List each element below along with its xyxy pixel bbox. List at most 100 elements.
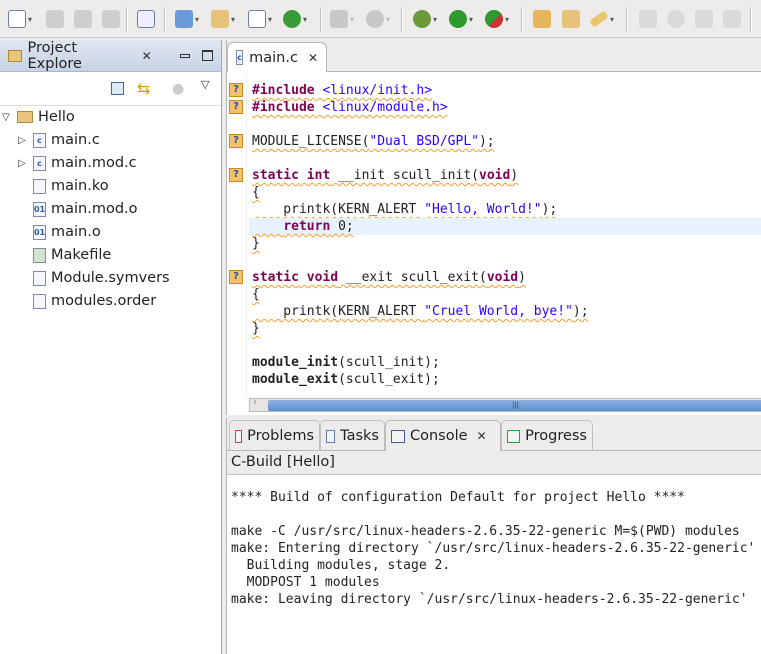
tab-label: Console [410, 428, 468, 444]
tree-item[interactable]: Makefile [18, 244, 111, 266]
open-element-button[interactable] [562, 9, 580, 29]
mark-occurrences-button[interactable] [639, 9, 657, 29]
code-token: (scull_init); [338, 355, 440, 370]
toggle-button[interactable] [667, 9, 685, 29]
tab-label: main.c [249, 49, 298, 66]
string-literal: <linux/init.h> [322, 83, 433, 98]
keyword: #include [252, 83, 315, 98]
run-icon [449, 10, 467, 28]
tab-label: Project Explore [27, 39, 82, 72]
code-token: MODULE_LICENSE( [252, 134, 370, 149]
warning-marker-icon[interactable]: ? [229, 168, 243, 182]
tree-item[interactable]: 01 main.o [18, 221, 101, 243]
save-all-button[interactable] [74, 9, 92, 29]
tree-item[interactable]: modules.order [18, 290, 156, 312]
maximize-button[interactable] [202, 50, 213, 61]
tree-item[interactable]: ▷ c main.mod.c [18, 152, 137, 174]
build-button[interactable]: ▾ [330, 9, 354, 29]
tree-item-label: main.ko [51, 178, 109, 194]
code-text: #include <linux/init.h> [252, 82, 432, 99]
settings-button[interactable]: ▾ [366, 9, 390, 29]
project-explorer-panel: Project Explore ✕ ⇆ ● ▽ ▽ Hello ▷ c main.c ▷ c… [0, 40, 222, 654]
tasks-icon [326, 429, 336, 443]
tree-item[interactable]: ▷ c main.c [18, 129, 100, 151]
code-token: ); [572, 304, 589, 319]
show-whitespace-icon [723, 10, 741, 28]
warning-marker-icon[interactable]: ? [229, 134, 243, 148]
code-token: 0; [330, 219, 354, 234]
search-button[interactable]: ▾ [589, 9, 614, 29]
filter-icon[interactable]: ● [172, 81, 184, 97]
tree-item-label: Module.symvers [51, 270, 170, 286]
view-menu-icon[interactable]: ▽ [201, 78, 209, 91]
keyword: #include [252, 100, 315, 115]
expand-icon[interactable]: ▷ [18, 135, 28, 146]
scroll-left-icon[interactable]: ‹ [253, 397, 257, 408]
code-line: } [227, 320, 761, 337]
new-c-project-button[interactable]: ▾ [175, 9, 199, 29]
new-button[interactable]: ▾ [8, 9, 32, 29]
code-line: ? static int __init scull_init(void) [227, 167, 761, 184]
tree-item[interactable]: main.ko [18, 175, 109, 197]
tree-item[interactable]: 01 main.mod.o [18, 198, 138, 220]
mark-occurrences-icon [639, 10, 657, 28]
tab-label: Progress [525, 428, 587, 444]
print-button[interactable] [102, 9, 120, 29]
string-literal: "Dual BSD/GPL" [369, 134, 479, 149]
open-type-button[interactable] [533, 9, 551, 29]
tab-console[interactable]: Console ✕ [385, 420, 501, 451]
close-icon[interactable]: ✕ [142, 49, 152, 63]
warning-marker-icon[interactable]: ? [229, 83, 243, 97]
close-icon[interactable]: ✕ [308, 51, 318, 65]
binary-file-icon: 01 [33, 201, 46, 217]
code-line: ? static void __exit scull_exit(void) [227, 269, 761, 286]
tab-project-explorer[interactable]: Project Explore ✕ [0, 40, 221, 72]
tree-item[interactable]: ▽ Hello [2, 106, 75, 128]
block-selection-icon [695, 10, 713, 28]
keyword: int [306, 168, 331, 183]
code-token: { [252, 287, 260, 302]
run-button[interactable]: ▾ [449, 9, 473, 29]
tree-item[interactable]: Module.symvers [18, 267, 170, 289]
save-button[interactable] [46, 9, 64, 29]
collapse-all-icon[interactable] [111, 82, 124, 95]
console-line: MODPOST 1 modules [231, 575, 380, 590]
tree-item-label: Makefile [51, 247, 112, 263]
debug-button[interactable]: ▾ [413, 9, 437, 29]
expanded-icon[interactable]: ▽ [2, 112, 12, 123]
external-tools-button[interactable]: ▾ [485, 9, 509, 29]
code-line: printk(KERN_ALERT "Cruel World, bye!"); [227, 303, 761, 320]
settings-icon [366, 10, 384, 28]
code-token: __init scull_init( [330, 168, 479, 183]
new-icon [8, 10, 26, 28]
tab-main-c[interactable]: c main.c ✕ [227, 42, 327, 72]
save-icon [46, 10, 64, 28]
tree-item-label: main.o [51, 224, 101, 240]
new-source-folder-button[interactable]: ▾ [211, 9, 235, 29]
new-c-file-button[interactable]: ▾ [248, 9, 272, 29]
warning-marker-icon[interactable]: ? [229, 270, 243, 284]
new-class-button[interactable]: ▾ [283, 9, 307, 29]
tab-problems[interactable]: Problems [229, 420, 320, 451]
scrollbar-thumb[interactable]: ||| [268, 400, 761, 411]
open-type-icon [533, 10, 551, 28]
tree-item-label: main.c [51, 132, 100, 148]
binary-button[interactable] [137, 9, 155, 29]
minimize-button[interactable] [179, 53, 191, 58]
console-title: C-Build [Hello] [227, 451, 761, 475]
warning-marker-icon[interactable]: ? [229, 100, 243, 114]
horizontal-scrollbar[interactable]: ‹ ||| [249, 397, 761, 412]
tab-tasks[interactable]: Tasks [320, 420, 385, 451]
block-selection-button[interactable] [695, 9, 713, 29]
tree-item-label: main.mod.o [51, 201, 138, 217]
link-with-editor-icon[interactable]: ⇆ [137, 79, 150, 98]
tab-progress[interactable]: Progress [501, 420, 593, 451]
code-editor[interactable]: ? #include <linux/init.h>? #include <linux… [227, 74, 761, 398]
show-whitespace-button[interactable] [723, 9, 741, 29]
expand-icon[interactable]: ▷ [18, 158, 28, 169]
console-output[interactable]: **** Build of configuration Default for … [231, 489, 755, 608]
close-icon[interactable]: ✕ [477, 429, 487, 443]
